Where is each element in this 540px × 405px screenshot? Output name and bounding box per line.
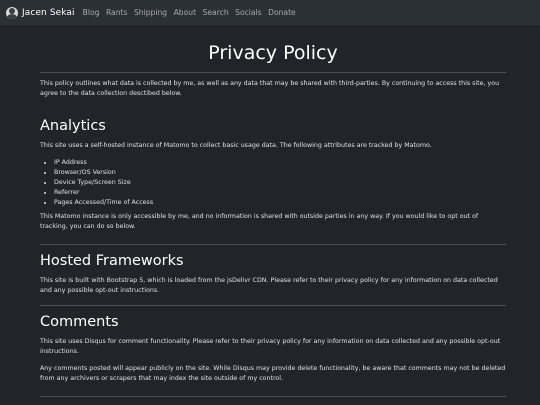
analytics-text: This site uses a self-hosted instance of… bbox=[40, 142, 432, 149]
top-navbar: Jacen Sekai Blog Rants Shipping About Se… bbox=[0, 0, 540, 25]
analytics-heading: Analytics bbox=[40, 118, 106, 134]
comments-heading: Comments bbox=[40, 314, 119, 330]
analytics-note: This Matomo instance is only accessible … bbox=[40, 212, 506, 232]
analytics-note-text: This Matomo instance is only accessible … bbox=[40, 213, 479, 230]
list-item: Referrer bbox=[54, 188, 506, 198]
title-divider bbox=[40, 72, 506, 73]
avatar-icon bbox=[6, 6, 18, 19]
list-item: IP Address bbox=[54, 158, 506, 168]
section-divider bbox=[40, 244, 506, 245]
nav-link-search[interactable]: Search bbox=[203, 8, 229, 17]
analytics-section: This site uses a self-hosted instance of… bbox=[40, 141, 506, 151]
analytics-list: IP Address Browser/OS Version Device Typ… bbox=[40, 158, 506, 208]
comments-note: Any comments posted will appear publicly… bbox=[40, 364, 506, 384]
nav-link-blog[interactable]: Blog bbox=[83, 8, 100, 17]
nav-link-donate[interactable]: Donate bbox=[268, 8, 296, 17]
nav-link-socials[interactable]: Socials bbox=[235, 8, 261, 17]
frameworks-heading: Hosted Frameworks bbox=[40, 253, 184, 269]
intro-text: This policy outlines what data is collec… bbox=[40, 80, 500, 97]
nav-link-shipping[interactable]: Shipping bbox=[134, 8, 167, 17]
section-divider bbox=[40, 305, 506, 306]
comments-text: This site uses Disqus for comment functi… bbox=[40, 338, 501, 355]
list-item: Browser/OS Version bbox=[54, 168, 506, 178]
page-title: Privacy Policy bbox=[208, 42, 338, 64]
comments-note-text: Any comments posted will appear publicly… bbox=[40, 365, 506, 382]
brand-link[interactable]: Jacen Sekai bbox=[6, 6, 75, 19]
footer-divider bbox=[40, 396, 506, 397]
list-item: Device Type/Screen Size bbox=[54, 178, 506, 188]
brand-name: Jacen Sekai bbox=[22, 7, 75, 18]
comments-section: This site uses Disqus for comment functi… bbox=[40, 337, 506, 357]
nav-link-about[interactable]: About bbox=[174, 8, 196, 17]
list-item: Pages Accessed/Time of Access bbox=[54, 198, 506, 208]
intro-paragraph: This policy outlines what data is collec… bbox=[40, 79, 506, 99]
frameworks-section: This site is built with Bootstrap 5, whi… bbox=[40, 276, 506, 296]
nav-link-rants[interactable]: Rants bbox=[106, 8, 128, 17]
frameworks-text: This site is built with Bootstrap 5, whi… bbox=[40, 277, 498, 294]
